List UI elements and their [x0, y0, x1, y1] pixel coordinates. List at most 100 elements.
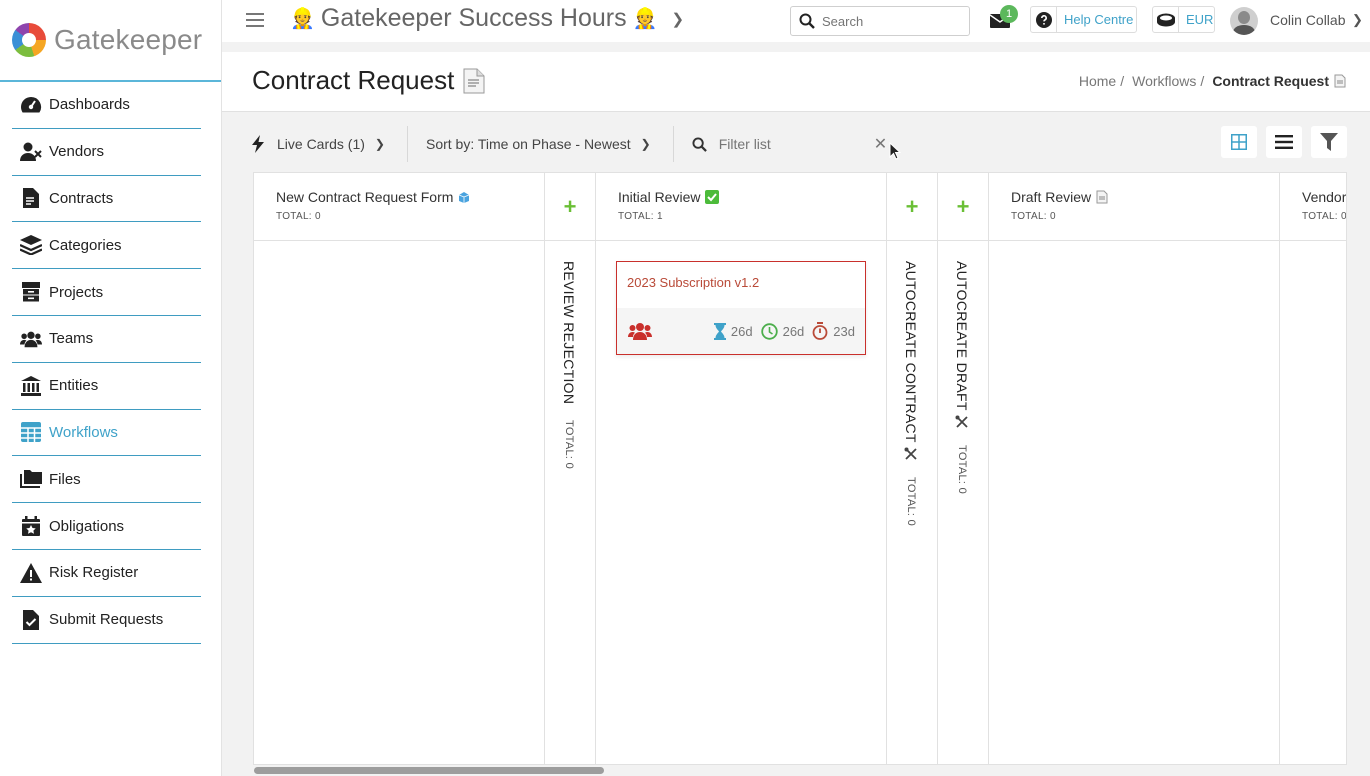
- column-initial-review: Initial Review TOTAL: 1 2023 Subscriptio…: [596, 173, 887, 764]
- calendar-star-icon: [20, 515, 42, 537]
- filter-list[interactable]: ✕: [692, 134, 887, 154]
- scrollbar-thumb[interactable]: [254, 767, 604, 774]
- column-header[interactable]: Vendor TOTAL: 0: [1280, 173, 1347, 241]
- column-title-text: REVIEW REJECTION: [561, 261, 577, 405]
- global-search[interactable]: [790, 6, 970, 36]
- add-card-icon[interactable]: +: [906, 195, 919, 218]
- sidebar-item-files[interactable]: Files: [12, 456, 201, 504]
- column-title-text: Initial Review: [618, 189, 701, 205]
- card-title[interactable]: 2023 Subscription v1.2: [617, 262, 865, 308]
- breadcrumb-home[interactable]: Home: [1079, 73, 1116, 89]
- collapsed-column-label[interactable]: REVIEW REJECTION TOTAL: 0: [561, 261, 577, 469]
- contract-icon: [20, 187, 42, 209]
- toolbar-divider: [406, 126, 408, 162]
- search-icon: [799, 13, 815, 29]
- metric-value: 26d: [782, 323, 805, 339]
- sidebar-item-label: Projects: [49, 283, 104, 301]
- mouse-cursor-icon: [889, 142, 901, 160]
- add-card-icon[interactable]: +: [564, 195, 577, 218]
- document-icon: [1334, 74, 1346, 88]
- live-cards-dropdown[interactable]: Live Cards (1) ❯: [252, 126, 401, 162]
- time-on-phase: 26d: [760, 322, 805, 340]
- column-title-text: Draft Review: [1011, 189, 1092, 205]
- sidebar-item-submit-requests[interactable]: Submit Requests: [12, 597, 201, 644]
- sidebar-item-workflows[interactable]: Workflows: [12, 410, 201, 457]
- help-centre-button[interactable]: Help Centre: [1030, 6, 1137, 33]
- sidebar-item-label: Vendors: [49, 143, 105, 161]
- sidebar-item-vendors[interactable]: Vendors: [12, 129, 201, 176]
- collapsed-column-label[interactable]: AUTOCREATE CONTRACT TOTAL: 0: [903, 261, 919, 526]
- top-bar: 👷 Gatekeeper Success Hours 👷 ❯ 1 Help Ce…: [222, 0, 1370, 42]
- search-icon: [692, 136, 707, 152]
- breadcrumb-separator: /: [1120, 73, 1125, 89]
- filter-button[interactable]: [1311, 126, 1347, 158]
- avatar[interactable]: [1230, 7, 1258, 35]
- sidebar-item-teams[interactable]: Teams: [12, 316, 201, 363]
- page-title-text: Contract Request: [252, 65, 455, 95]
- sidebar-item-contracts[interactable]: Contracts: [12, 176, 201, 223]
- column-title: Initial Review: [618, 189, 886, 205]
- card-metrics: 26d 26d 23d: [706, 322, 855, 340]
- chevron-right-icon: ❯: [671, 10, 685, 28]
- sidebar-item-label: Workflows: [49, 423, 118, 441]
- sidebar-item-label: Contracts: [49, 189, 114, 207]
- sidebar-item-entities[interactable]: Entities: [12, 363, 201, 410]
- currency-button[interactable]: EUR: [1152, 6, 1215, 33]
- breadcrumb-separator: /: [1200, 73, 1205, 89]
- construction-worker-icon: 👷: [632, 8, 658, 30]
- list-view-button[interactable]: [1266, 126, 1302, 158]
- column-title: New Contract Request Form: [276, 189, 544, 205]
- clear-filter-icon[interactable]: ✕: [874, 134, 887, 154]
- bank-icon: [20, 375, 42, 397]
- column-title-text: AUTOCREATE CONTRACT: [903, 261, 919, 443]
- board-horizontal-scrollbar[interactable]: [253, 766, 1347, 774]
- column-header[interactable]: Initial Review TOTAL: 1: [596, 173, 886, 241]
- sidebar-item-label: Risk Register: [49, 564, 139, 582]
- chevron-right-icon[interactable]: ❯: [1352, 12, 1363, 28]
- users-icon[interactable]: [627, 322, 653, 340]
- column-title-text: AUTOCREATE DRAFT: [954, 261, 970, 411]
- help-centre-label: Help Centre: [1064, 12, 1134, 27]
- sidebar-item-risk-register[interactable]: Risk Register: [12, 550, 201, 597]
- sort-dropdown[interactable]: Sort by: Time on Phase - Newest ❯: [426, 126, 667, 162]
- board-toolbar: Live Cards (1) ❯ Sort by: Time on Phase …: [252, 126, 1348, 162]
- column-title-text: Vendor: [1302, 189, 1347, 205]
- gatekeeper-logo-icon: [12, 23, 46, 57]
- user-name[interactable]: Colin Collab: [1270, 12, 1345, 28]
- menu-toggle-icon[interactable]: [246, 13, 264, 27]
- sidebar-item-label: Files: [49, 470, 81, 488]
- metric-value: 23d: [833, 323, 855, 339]
- sidebar-item-label: Categories: [49, 236, 122, 254]
- workspace-title[interactable]: 👷 Gatekeeper Success Hours 👷 ❯: [284, 4, 684, 33]
- column-title: Vendor: [1302, 189, 1347, 205]
- add-card-icon[interactable]: +: [957, 195, 970, 218]
- archive-icon: [20, 281, 42, 303]
- search-input[interactable]: [822, 13, 962, 29]
- column-draft-review: Draft Review TOTAL: 0: [989, 173, 1280, 764]
- sidebar-item-dashboards[interactable]: Dashboards: [12, 82, 201, 129]
- sidebar-item-categories[interactable]: Categories: [12, 222, 201, 270]
- sidebar: Gatekeeper Dashboards Vendors Contracts …: [0, 0, 222, 776]
- brand-name: Gatekeeper: [54, 24, 203, 55]
- sidebar-item-projects[interactable]: Projects: [12, 269, 201, 316]
- time-in-workflow: 26d: [713, 322, 753, 340]
- column-title: Draft Review: [1011, 189, 1279, 205]
- breadcrumb-workflows[interactable]: Workflows: [1132, 73, 1196, 89]
- sort-label: Sort by: Time on Phase - Newest: [425, 136, 631, 152]
- filter-input[interactable]: [718, 136, 869, 152]
- brand-logo[interactable]: Gatekeeper: [0, 0, 221, 82]
- collapsed-column-label[interactable]: AUTOCREATE DRAFT TOTAL: 0: [954, 261, 970, 494]
- sidebar-item-obligations[interactable]: Obligations: [12, 503, 201, 550]
- column-header[interactable]: New Contract Request Form TOTAL: 0: [254, 173, 544, 241]
- page-header: Contract Request Home / Workflows / Cont…: [222, 52, 1370, 112]
- metric-value: 26d: [730, 323, 753, 339]
- toolbar-divider: [672, 126, 674, 162]
- lightning-icon: [252, 135, 264, 153]
- question-icon: [1031, 7, 1057, 32]
- board-view-button[interactable]: [1221, 126, 1257, 158]
- workflow-card[interactable]: 2023 Subscription v1.2 26d 26d 23d: [616, 261, 866, 355]
- construction-worker-icon: 👷: [290, 8, 315, 30]
- hourglass-icon: [713, 322, 726, 340]
- coins-icon: [1153, 7, 1179, 32]
- column-header[interactable]: Draft Review TOTAL: 0: [989, 173, 1279, 241]
